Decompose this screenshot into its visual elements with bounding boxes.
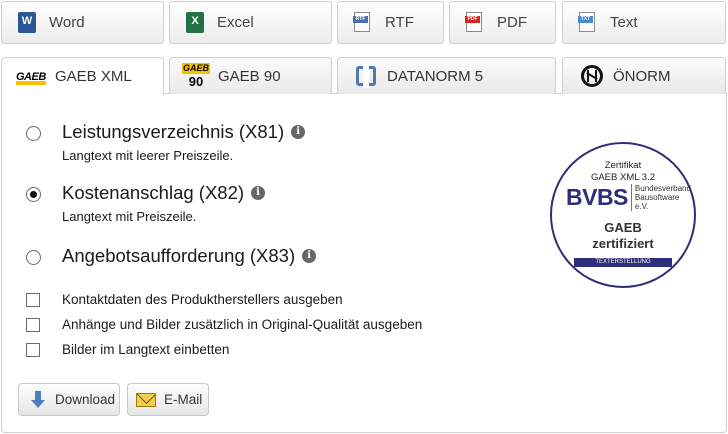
pdf-icon-text: PDF xyxy=(465,15,480,23)
tab-oenorm[interactable]: ÖNORM xyxy=(562,57,726,94)
radio-x83[interactable] xyxy=(26,250,41,265)
seal-line-1: Zertifikat xyxy=(604,160,642,171)
gaeb90-logo: GAEB 90 xyxy=(182,61,210,91)
radio-x81[interactable] xyxy=(26,126,41,141)
info-icon[interactable]: i xyxy=(251,186,266,200)
tab-label: GAEB XML xyxy=(55,68,132,85)
option-title: Kostenanschlag (X82) xyxy=(62,182,245,203)
tab-datanorm-5[interactable]: DATANORM 5 xyxy=(337,57,556,94)
word-icon xyxy=(18,11,38,34)
option-title: Angebotsaufforderung (X83) xyxy=(62,245,296,266)
checkbox-embed-images[interactable] xyxy=(26,342,40,357)
text-file-icon: TXT xyxy=(578,11,599,34)
checkbox-attachments[interactable] xyxy=(26,317,40,332)
format-tab-word[interactable]: Word xyxy=(1,1,164,44)
arrow-down-icon xyxy=(31,391,45,408)
format-tab-pdf[interactable]: PDF PDF xyxy=(449,1,556,44)
format-tab-excel[interactable]: Excel xyxy=(169,1,332,44)
format-tab-label: PDF xyxy=(497,14,527,31)
tab-gaeb-xml[interactable]: GAEB GAEB XML xyxy=(1,57,164,95)
option-title-row: Leistungsverzeichnis (X81) i xyxy=(62,121,306,143)
email-button[interactable]: E-Mail xyxy=(127,383,209,416)
seal-band: TEXTERSTELLUNG xyxy=(574,258,672,267)
text-file-icon-text: TXT xyxy=(578,15,593,23)
bvbs-logo: BVBS Bundesverband Bausoftware e.V. xyxy=(566,184,694,211)
option-x83[interactable]: Angebotsaufforderung (X83) i xyxy=(26,245,317,267)
checkbox-label: Bilder im Langtext einbetten xyxy=(62,342,230,357)
format-tab-rtf[interactable]: RTF RTF xyxy=(337,1,444,44)
tab-label: DATANORM 5 xyxy=(387,67,484,85)
tab-label: ÖNORM xyxy=(613,67,671,85)
excel-icon xyxy=(186,11,206,34)
email-button-label: E-Mail xyxy=(164,392,203,407)
format-tab-label: Word xyxy=(49,14,85,31)
checkbox-contact[interactable] xyxy=(26,292,40,307)
datanorm-logo xyxy=(356,64,376,88)
bvbs-text: BVBS xyxy=(566,184,628,210)
pdf-icon: PDF xyxy=(465,11,486,34)
rtf-icon-text: RTF xyxy=(353,15,368,23)
gaeb90-logo-number: 90 xyxy=(188,74,204,89)
seal-gaeb: GAEB xyxy=(604,220,642,235)
option-title-row: Angebotsaufforderung (X83) i xyxy=(62,245,317,267)
tab-label: GAEB 90 xyxy=(218,67,281,85)
format-tab-label: Excel xyxy=(217,14,254,31)
seal-line-2: GAEB XML 3.2 xyxy=(590,172,656,183)
format-tab-label: Text xyxy=(610,14,638,31)
checkbox-label: Anhänge und Bilder zusätzlich in Origina… xyxy=(62,317,423,332)
option-x81[interactable]: Leistungsverzeichnis (X81) i Langtext mi… xyxy=(26,121,306,163)
option-title-row: Kostenanschlag (X82) i xyxy=(62,182,266,204)
standard-tab-bar: GAEB GAEB XML GAEB 90 GAEB 90 DATANORM 5… xyxy=(1,57,727,95)
gaeb-xml-panel: Leistungsverzeichnis (X81) i Langtext mi… xyxy=(1,93,727,433)
checkbox-row-contact[interactable]: Kontaktdaten des Produktherstellers ausg… xyxy=(26,292,343,307)
export-format-bar: Word Excel RTF RTF PDF PDF TXT Text xyxy=(1,1,727,45)
info-icon[interactable]: i xyxy=(302,249,317,263)
option-x82[interactable]: Kostenanschlag (X82) i Langtext mit Prei… xyxy=(26,182,266,224)
radio-x82[interactable] xyxy=(26,187,41,202)
checkbox-row-attachments[interactable]: Anhänge und Bilder zusätzlich in Origina… xyxy=(26,317,422,332)
download-button-label: Download xyxy=(55,392,116,407)
seal-zertifiziert: zertifiziert xyxy=(592,236,654,251)
oenorm-logo xyxy=(581,65,603,87)
gaeb-logo: GAEB xyxy=(16,69,46,85)
certification-seal: Zertifikat GAEB XML 3.2 BVBS Bundesverba… xyxy=(550,142,696,288)
format-tab-text[interactable]: TXT Text xyxy=(562,1,726,44)
download-button[interactable]: Download xyxy=(18,383,120,416)
info-icon[interactable]: i xyxy=(291,125,306,139)
bvbs-name-1: Bundesverband xyxy=(634,184,691,193)
checkbox-row-embed-images[interactable]: Bilder im Langtext einbetten xyxy=(26,342,229,357)
format-tab-label: RTF xyxy=(385,14,414,31)
bvbs-name-2: Bausoftware e.V. xyxy=(634,193,680,211)
tab-gaeb-90[interactable]: GAEB 90 GAEB 90 xyxy=(169,57,332,94)
option-title: Leistungsverzeichnis (X81) xyxy=(62,121,285,142)
option-description: Langtext mit Preiszeile. xyxy=(62,209,197,224)
gaeb90-logo-text: GAEB xyxy=(182,63,210,74)
rtf-icon: RTF xyxy=(353,11,374,34)
bvbs-fullname: Bundesverband Bausoftware e.V. xyxy=(630,184,694,211)
option-description: Langtext mit leerer Preiszeile. xyxy=(62,148,234,163)
checkbox-label: Kontaktdaten des Produktherstellers ausg… xyxy=(62,292,343,307)
mail-icon xyxy=(136,392,156,407)
